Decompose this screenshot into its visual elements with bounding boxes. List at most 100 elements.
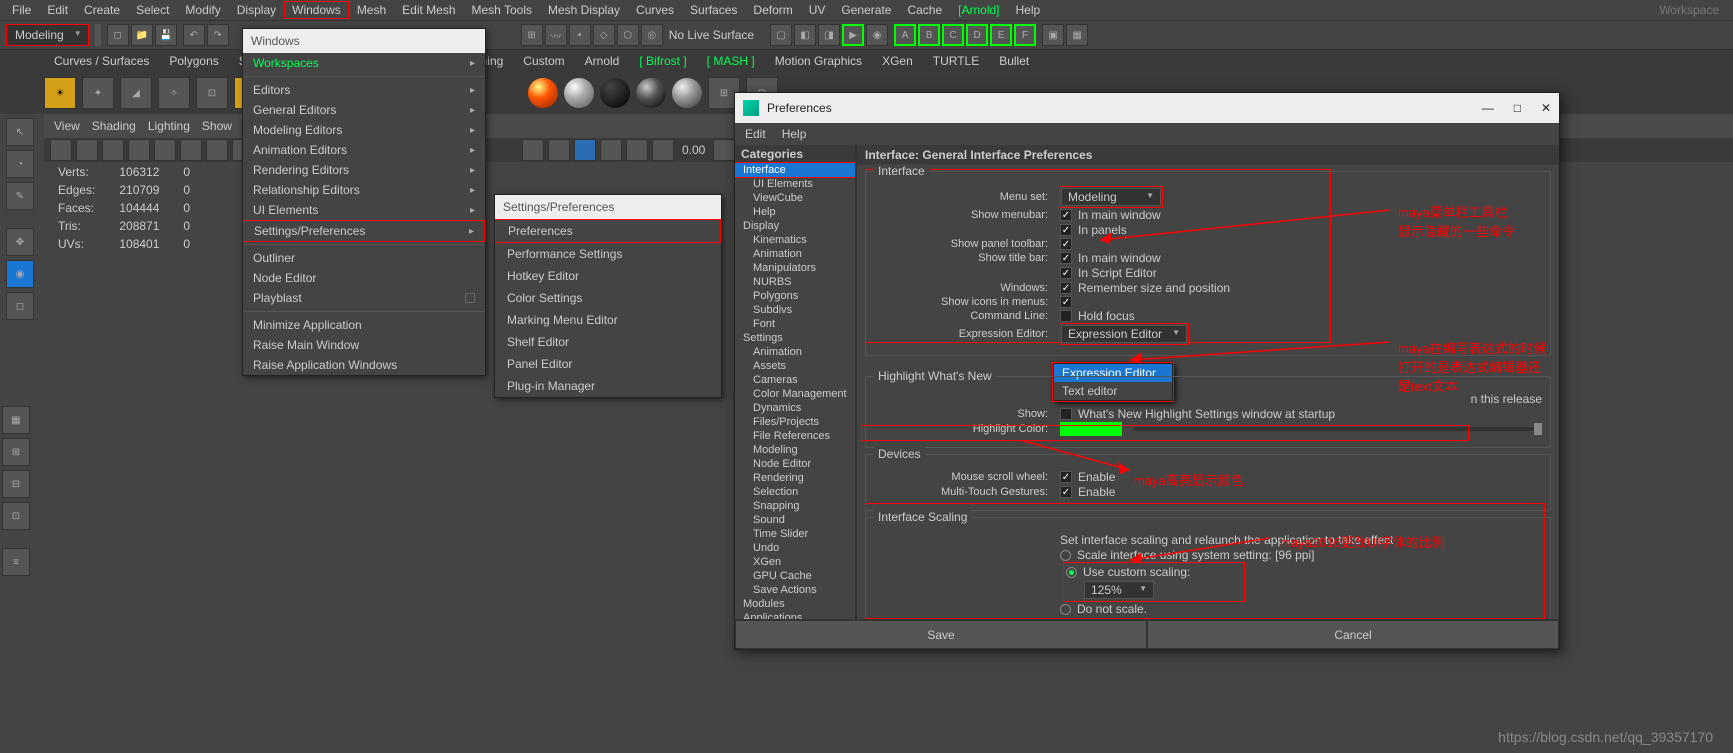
shader-ball-gray-icon[interactable] <box>672 78 702 108</box>
close-button[interactable]: ✕ <box>1541 101 1551 115</box>
menu-cache[interactable]: Cache <box>899 1 950 19</box>
category-files-projects[interactable]: Files/Projects <box>735 415 855 429</box>
category-viewcube[interactable]: ViewCube <box>735 191 855 205</box>
category-ui-elements[interactable]: UI Elements <box>735 177 855 191</box>
shader-ball-white-icon[interactable] <box>564 78 594 108</box>
layout-custom-icon[interactable]: ⊡ <box>2 502 30 530</box>
settings-item-hotkey-editor[interactable]: Hotkey Editor <box>495 265 721 287</box>
panel-a-icon[interactable]: A <box>894 24 916 46</box>
snap-plane-icon[interactable]: ◇ <box>593 24 615 46</box>
panel-c-icon[interactable]: C <box>942 24 964 46</box>
category-time-slider[interactable]: Time Slider <box>735 527 855 541</box>
menu-uv[interactable]: UV <box>801 1 834 19</box>
vp-k-icon[interactable] <box>652 139 674 161</box>
shader-ball-black-icon[interactable] <box>600 78 630 108</box>
shelf-tab-turtle[interactable]: TURTLE <box>923 51 989 71</box>
snap-live-icon[interactable]: ◎ <box>641 24 663 46</box>
save-scene-icon[interactable]: 💾 <box>155 24 177 46</box>
light2-icon[interactable]: ✦ <box>82 77 114 109</box>
category-animation[interactable]: Animation <box>735 247 855 261</box>
vp-b-icon[interactable] <box>128 139 150 161</box>
misc-a-icon[interactable]: ▣ <box>1042 24 1064 46</box>
rotate-tool-icon[interactable]: ◉ <box>6 260 34 288</box>
category-undo[interactable]: Undo <box>735 541 855 555</box>
category-help[interactable]: Help <box>735 205 855 219</box>
show-panel-toolbar-checkbox[interactable] <box>1060 238 1072 250</box>
windows-item-modeling-editors[interactable]: Modeling Editors▸ <box>243 120 485 140</box>
menu-set-dropdown[interactable]: Modeling <box>1061 188 1161 206</box>
move-tool-icon[interactable]: ✥ <box>6 228 34 256</box>
vp-c-icon[interactable] <box>154 139 176 161</box>
layout-single-icon[interactable]: ▦ <box>2 406 30 434</box>
render-icon[interactable]: ▶ <box>842 24 864 46</box>
menu-generate[interactable]: Generate <box>833 1 899 19</box>
panel-b-icon[interactable]: B <box>918 24 940 46</box>
shelf-tab-arnold[interactable]: Arnold <box>575 51 630 71</box>
vp-g-icon[interactable] <box>522 139 544 161</box>
category-sound[interactable]: Sound <box>735 513 855 527</box>
windows-item-raise-application-windows[interactable]: Raise Application Windows <box>243 355 485 375</box>
minimize-button[interactable]: — <box>1482 101 1494 115</box>
category-snapping[interactable]: Snapping <box>735 499 855 513</box>
lasso-tool-icon[interactable]: ◔ <box>6 150 34 178</box>
category-node-editor[interactable]: Node Editor <box>735 457 855 471</box>
shelf-tab-bifrost[interactable]: [ Bifrost ] <box>629 51 696 71</box>
scaling-value-dropdown[interactable]: 125% <box>1084 581 1154 599</box>
settings-item-panel-editor[interactable]: Panel Editor <box>495 353 721 375</box>
settings-item-marking-menu-editor[interactable]: Marking Menu Editor <box>495 309 721 331</box>
vp-a-icon[interactable] <box>102 139 124 161</box>
pref-edit-menu[interactable]: Edit <box>745 127 766 141</box>
category-dynamics[interactable]: Dynamics <box>735 401 855 415</box>
vp-cam-icon[interactable] <box>76 139 98 161</box>
shading-menu[interactable]: Shading <box>92 119 136 133</box>
category-modules[interactable]: Modules <box>735 597 855 611</box>
toggle2-icon[interactable]: ◨ <box>818 24 840 46</box>
light3-icon[interactable]: ◢ <box>120 77 152 109</box>
settings-item-preferences[interactable]: Preferences <box>496 220 720 242</box>
vp-h-icon[interactable] <box>548 139 570 161</box>
windows-item-general-editors[interactable]: General Editors▸ <box>243 100 485 120</box>
category-file-references[interactable]: File References <box>735 429 855 443</box>
windows-item-rendering-editors[interactable]: Rendering Editors▸ <box>243 160 485 180</box>
category-settings[interactable]: Settings <box>735 331 855 345</box>
category-polygons[interactable]: Polygons <box>735 289 855 303</box>
misc-b-icon[interactable]: ▦ <box>1066 24 1088 46</box>
windows-search[interactable]: Windows <box>243 29 485 53</box>
layout-four-icon[interactable]: ⊞ <box>2 438 30 466</box>
windows-item-raise-main-window[interactable]: Raise Main Window <box>243 335 485 355</box>
settings-item-color-settings[interactable]: Color Settings <box>495 287 721 309</box>
vp-d-icon[interactable] <box>180 139 202 161</box>
vp-active-icon[interactable] <box>574 139 596 161</box>
snap-point-icon[interactable]: • <box>569 24 591 46</box>
vp-e-icon[interactable] <box>206 139 228 161</box>
windows-item-settings-preferences[interactable]: Settings/Preferences▸ <box>244 221 484 241</box>
undo-icon[interactable]: ↶ <box>183 24 205 46</box>
windows-item-workspaces[interactable]: Workspaces▸ <box>243 53 485 73</box>
shelf-tab-xgen[interactable]: XGen <box>872 51 923 71</box>
windows-remember-checkbox[interactable] <box>1060 282 1072 294</box>
menu-create[interactable]: Create <box>76 1 128 19</box>
light4-icon[interactable]: ✧ <box>158 77 190 109</box>
menu-mesh-display[interactable]: Mesh Display <box>540 1 628 19</box>
vp-j-icon[interactable] <box>626 139 648 161</box>
shader-ball-metal-icon[interactable] <box>636 78 666 108</box>
mode-dropdown[interactable]: Modeling <box>6 24 89 46</box>
category-xgen[interactable]: XGen <box>735 555 855 569</box>
highlight-color-slider[interactable] <box>1134 427 1542 431</box>
windows-item-outliner[interactable]: Outliner <box>243 248 485 268</box>
highlight-color-swatch[interactable] <box>1060 422 1122 436</box>
shelf-tab-curves[interactable]: Curves / Surfaces <box>44 51 159 71</box>
show-title-main-checkbox[interactable] <box>1060 252 1072 264</box>
layout-list-icon[interactable]: ≡ <box>2 548 30 576</box>
paint-tool-icon[interactable]: ✎ <box>6 182 34 210</box>
settings-item-performance-settings[interactable]: Performance Settings <box>495 243 721 265</box>
category-subdivs[interactable]: Subdivs <box>735 303 855 317</box>
settings-search[interactable]: Settings/Preferences <box>495 195 721 219</box>
category-assets[interactable]: Assets <box>735 359 855 373</box>
snap-curve-icon[interactable]: 〰 <box>545 24 567 46</box>
category-nurbs[interactable]: NURBS <box>735 275 855 289</box>
category-applications[interactable]: Applications <box>735 611 855 619</box>
category-selection[interactable]: Selection <box>735 485 855 499</box>
preferences-titlebar[interactable]: Preferences — □ ✕ <box>735 93 1559 123</box>
vp-select-icon[interactable] <box>50 139 72 161</box>
